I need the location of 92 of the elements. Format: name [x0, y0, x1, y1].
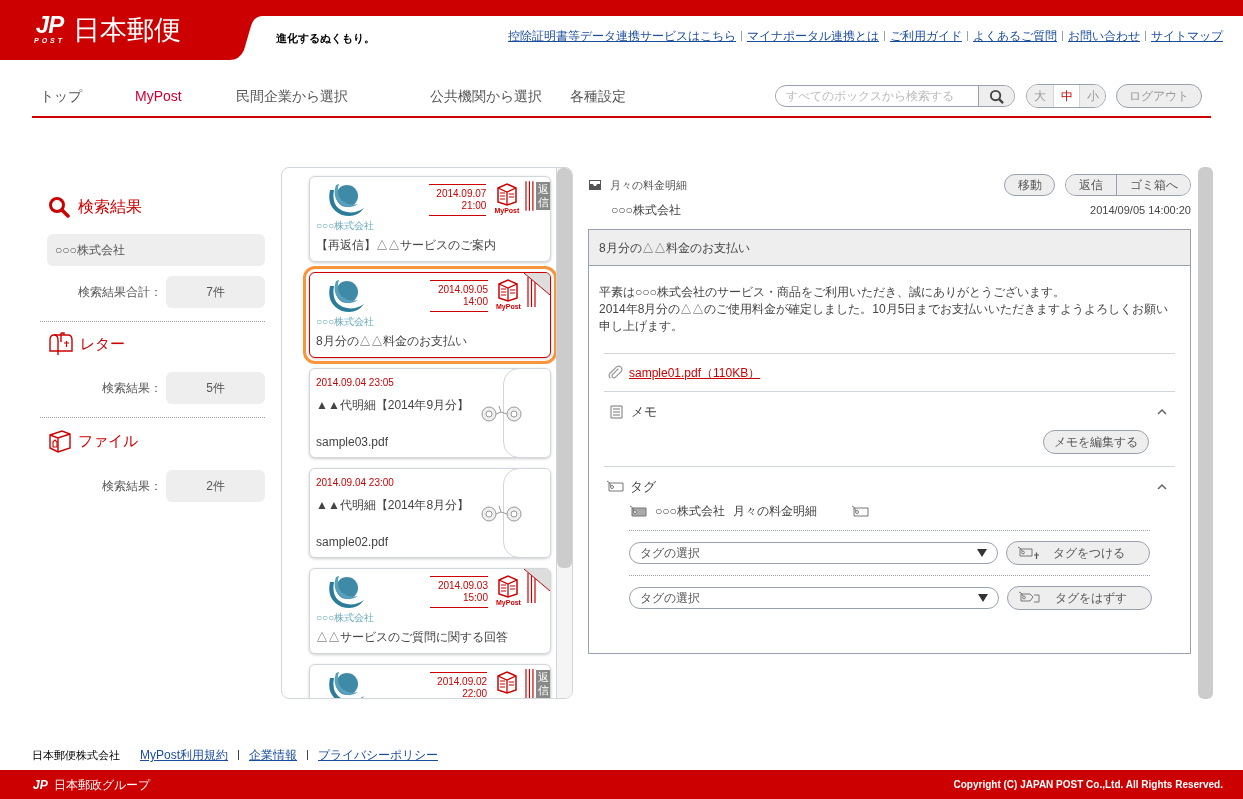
group-name: 日本郵政グループ	[53, 776, 150, 794]
tagline: 進化するぬくもり。	[276, 31, 375, 46]
reply-button[interactable]: 返信	[1066, 175, 1116, 195]
caret-icon[interactable]	[1157, 482, 1167, 490]
header-link[interactable]: よくあるご質問	[973, 27, 1057, 45]
message-time: 22:00	[462, 688, 488, 698]
search-icon	[989, 88, 1004, 104]
message-title: 8月分の△△料金のお支払い	[315, 333, 468, 350]
message-card[interactable]: 2014.09.02 22:00 返信	[309, 664, 551, 698]
add-tag-icon	[1016, 546, 1039, 560]
result-count: 7件	[166, 276, 265, 308]
company-logo-text: ○○○株式会社	[316, 612, 375, 623]
inbox-icon	[588, 179, 602, 191]
nav-tab[interactable]: トップ	[32, 85, 135, 107]
folder-name: 月々の料金明細	[610, 177, 687, 193]
message-date: 2014.09.02	[437, 676, 488, 688]
message-title: △△サービスのご質問に関する回答	[315, 629, 509, 646]
box-icon	[48, 428, 72, 454]
stripes-icon	[526, 277, 536, 307]
sidebar-title: 検索結果	[78, 197, 142, 217]
company-logo-text: ○○○株式会社	[316, 220, 375, 231]
logo-text: 日本郵便	[73, 14, 182, 45]
company-logo-text: ○○○株式会社	[316, 316, 375, 327]
nav-tab[interactable]: 各種設定	[570, 85, 670, 107]
add-tag-button[interactable]: タグをつける	[1005, 541, 1150, 565]
section-title: レター	[80, 333, 125, 354]
message-time: 15:00	[462, 592, 488, 604]
trash-button[interactable]: ゴミ箱へ	[1116, 175, 1190, 195]
dropdown-icon	[976, 549, 987, 557]
message-date: 2014.09.07	[436, 188, 487, 200]
sender-name: ○○○株式会社	[611, 202, 681, 219]
message-title: ▲▲代明細【2014年8月分】	[316, 497, 470, 514]
result-count: 2件	[166, 470, 265, 502]
received-date: 2014/09/05 14:00:20	[1090, 202, 1191, 218]
footer-link[interactable]: プライバシーポリシー	[318, 746, 438, 764]
attachment-link[interactable]: sample01.pdf（110KB）	[629, 363, 761, 382]
note-icon	[610, 404, 623, 419]
section-title: タグ	[630, 477, 656, 496]
file-name: sample02.pdf	[316, 534, 389, 551]
stripes-icon	[525, 181, 535, 211]
result-count: 5件	[166, 372, 265, 404]
search-icon	[48, 196, 70, 218]
result-label: 検索結果合計：	[78, 284, 162, 301]
header-link[interactable]: 控除証明書等データ連携サービスはこちら	[508, 27, 736, 45]
header-link[interactable]: サイトマップ	[1151, 27, 1223, 45]
tag-label: 月々の料金明細	[732, 503, 817, 520]
dropdown-icon	[978, 594, 988, 602]
remove-tag-icon	[1018, 591, 1040, 605]
message-date: 2014.09.05	[437, 284, 488, 296]
paperclip-icon	[608, 365, 623, 380]
message-card[interactable]: 2014.09.04 23:00 ▲▲代明細【2014年8月分】 sample02.pdf	[309, 468, 551, 558]
tag-icon	[606, 480, 624, 493]
reply-badge: 返信	[536, 182, 550, 210]
file-name: sample03.pdf	[316, 434, 389, 451]
header-link[interactable]: マイナポータル連携とは	[747, 27, 879, 45]
move-button[interactable]: 移動	[1004, 174, 1055, 196]
stripes-icon	[525, 669, 535, 698]
section-title: メモ	[631, 403, 657, 421]
message-title: 【再返信】△△サービスのご案内	[315, 237, 497, 254]
caret-icon[interactable]	[1157, 408, 1167, 416]
result-label: 検索結果：	[102, 380, 162, 397]
message-time: 21:00	[461, 200, 487, 212]
remove-tag-button[interactable]: タグをはずす	[1007, 586, 1152, 610]
company-name: 日本郵便株式会社	[32, 747, 120, 763]
footer-link[interactable]: MyPost利用規約	[140, 746, 228, 764]
message-date: 2014.09.03	[437, 580, 488, 592]
message-date: 2014.09.04 23:05	[316, 376, 395, 390]
message-card[interactable]: 2014.09.04 23:05 ▲▲代明細【2014年9月分】 sample03.pdf	[309, 368, 551, 458]
header-link[interactable]: ご利用ガイド	[890, 27, 962, 45]
tag-label: ○○○株式会社	[655, 503, 725, 520]
search-query: ○○○株式会社	[47, 234, 265, 266]
nav-tab[interactable]: 公共機関から選択	[430, 85, 570, 107]
group-logo-mark: JP	[33, 776, 48, 794]
body-text: 平素は○○○株式会社のサービス・商品をご利用いただき、誠にありがとうございます。	[599, 284, 1066, 301]
body-text: 2014年8月分の△△のご使用料金が確定しました。10月5日までお支払いいただきますようよろしくお願い申し上げます。	[599, 301, 1170, 335]
tag-icon	[629, 505, 647, 517]
section-title: ファイル	[78, 430, 138, 451]
stripes-icon	[526, 573, 536, 603]
message-date: 2014.09.04 23:00	[316, 476, 395, 490]
nav-tab[interactable]: 民間企業から選択	[236, 85, 430, 107]
message-subject: 8月分の△△料金のお支払い	[589, 230, 1190, 266]
footer-link[interactable]: 企業情報	[249, 746, 297, 764]
search-field[interactable]: すべてのボックスから検索する	[775, 85, 1015, 107]
message-title: ▲▲代明細【2014年9月分】	[316, 397, 470, 414]
header-link[interactable]: お問い合わせ	[1068, 27, 1140, 45]
edit-memo-button[interactable]: メモを編集する	[1043, 429, 1149, 454]
message-time: 14:00	[462, 296, 488, 308]
copyright: Copyright (C) JAPAN POST Co.,Ltd. All Rights Reserved.	[953, 778, 1223, 792]
nav-tab[interactable]: MyPost	[135, 85, 236, 107]
reply-badge: 返信	[536, 670, 550, 698]
tag-icon	[850, 505, 869, 517]
result-label: 検索結果：	[102, 478, 162, 495]
